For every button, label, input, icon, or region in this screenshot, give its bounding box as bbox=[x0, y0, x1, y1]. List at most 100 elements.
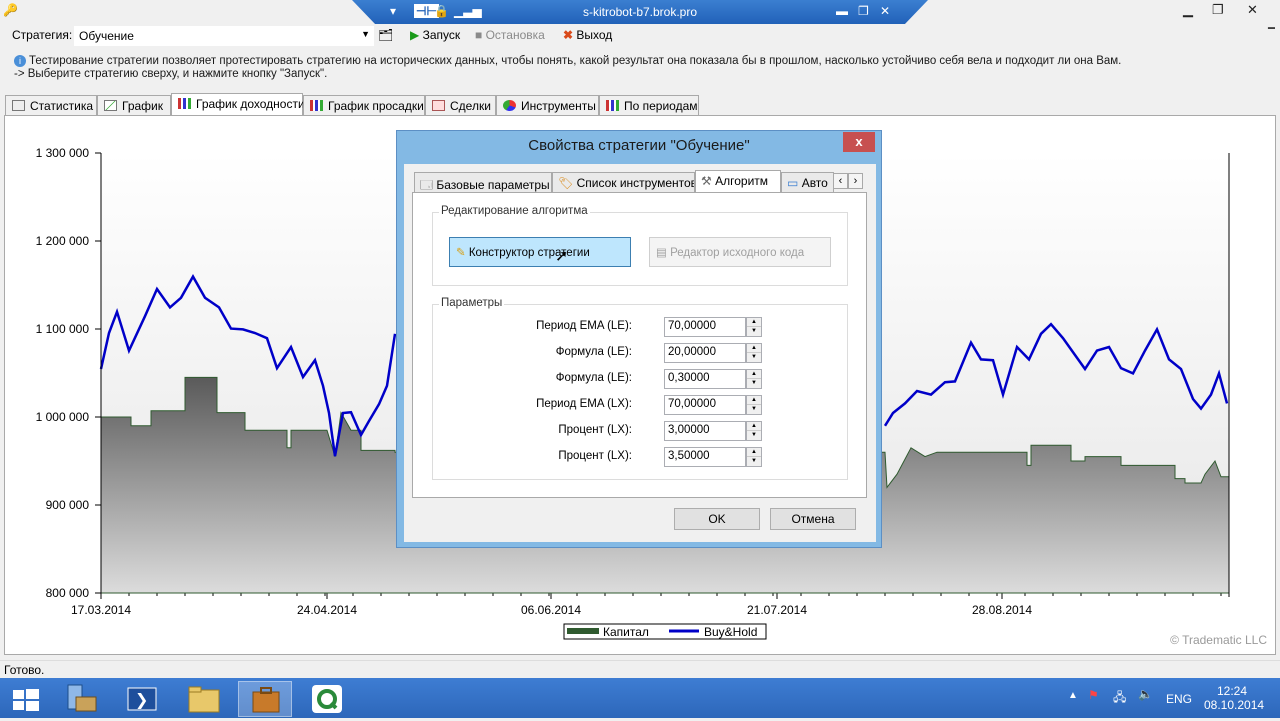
exit-button[interactable]: ✖ Выход bbox=[563, 28, 612, 42]
spin-down-icon[interactable]: ▼ bbox=[747, 353, 761, 362]
spin-up-icon[interactable]: ▲ bbox=[747, 318, 761, 327]
toolbar: Стратегия: Обучение ▼ 🗂 ▶ Запуск ■ Остан… bbox=[0, 26, 1280, 48]
tab-label: Инструменты bbox=[521, 99, 596, 113]
x-tick-label: 28.08.2014 bbox=[972, 603, 1032, 617]
line-chart-icon bbox=[104, 100, 117, 111]
properties-icon[interactable]: 🗂 bbox=[378, 28, 393, 42]
param-input[interactable]: 20,00000 bbox=[664, 343, 746, 363]
source-editor-button[interactable]: ▤ Редактор исходного кода bbox=[649, 237, 831, 267]
stop-button[interactable]: ■ Остановка bbox=[475, 28, 545, 42]
restore-icon[interactable]: ❐ bbox=[858, 4, 869, 18]
clock[interactable]: 12:24 08.10.2014 bbox=[1204, 684, 1264, 712]
param-input[interactable]: 3,00000 bbox=[664, 421, 746, 441]
param-spinner[interactable]: ▲ ▼ bbox=[746, 317, 762, 337]
strategy-select[interactable]: Обучение ▼ bbox=[74, 26, 374, 46]
dialog-tab-auto[interactable]: ▭ Авто bbox=[781, 172, 834, 192]
bar-chart-icon bbox=[606, 100, 619, 111]
tab-drawdown-chart[interactable]: График просадки bbox=[303, 95, 425, 115]
dialog-tab-label: Авто bbox=[801, 176, 828, 190]
tray-expand-icon[interactable]: ▲ bbox=[1068, 690, 1078, 701]
tab-deals[interactable]: Сделки bbox=[425, 95, 496, 115]
close-icon[interactable]: ✕ bbox=[880, 4, 890, 18]
tab-periods[interactable]: По периодам bbox=[599, 95, 699, 115]
server-manager-icon[interactable] bbox=[56, 681, 110, 717]
powershell-icon[interactable]: ❯ bbox=[116, 681, 170, 717]
qlik-app-icon[interactable] bbox=[300, 681, 354, 717]
param-spinner[interactable]: ▲ ▼ bbox=[746, 343, 762, 363]
param-input[interactable]: 70,00000 bbox=[664, 395, 746, 415]
tab-label: График bbox=[122, 99, 163, 113]
tradematic-app-icon[interactable] bbox=[238, 681, 292, 717]
volume-icon[interactable]: 🔈 bbox=[1138, 687, 1153, 701]
tab-profit-chart[interactable]: График доходности bbox=[171, 93, 305, 115]
info-icon: i bbox=[14, 55, 26, 67]
network-icon[interactable]: 🖧 bbox=[1113, 688, 1126, 709]
settings-icon: 🗔 bbox=[420, 178, 434, 192]
window-minimize-icon[interactable]: ▁ bbox=[1183, 2, 1193, 18]
param-spinner[interactable]: ▲ ▼ bbox=[746, 369, 762, 389]
tab-chart[interactable]: График bbox=[97, 95, 171, 115]
tab-statistics[interactable]: Статистика bbox=[5, 95, 97, 115]
wand-icon: ⚒ bbox=[701, 174, 712, 188]
spin-up-icon[interactable]: ▲ bbox=[747, 344, 761, 353]
dialog-tab-base-params[interactable]: 🗔 Базовые параметры bbox=[414, 172, 552, 192]
y-tick-label: 1 300 000 bbox=[36, 146, 90, 160]
spin-down-icon[interactable]: ▼ bbox=[747, 405, 761, 414]
algorithm-group: Редактирование алгоритма ✎ Конструктор с… bbox=[432, 205, 848, 286]
pie-chart-icon bbox=[503, 100, 516, 111]
play-icon: ▶ bbox=[410, 28, 420, 42]
params-group-title: Параметры bbox=[439, 297, 505, 309]
window-close-icon[interactable]: ✕ bbox=[1247, 2, 1258, 18]
spin-up-icon[interactable]: ▲ bbox=[747, 370, 761, 379]
tab-scroll-right-icon[interactable]: › bbox=[848, 173, 863, 189]
dialog-title: Свойства стратегии "Обучение" bbox=[528, 137, 750, 154]
dialog-tab-algorithm[interactable]: ⚒ Алгоритм bbox=[695, 170, 781, 193]
copyright: © Tradematic LLC bbox=[1170, 633, 1267, 647]
legend-capital-label: Капитал bbox=[603, 625, 649, 639]
toolbar-overflow-icon[interactable]: ▔ bbox=[1268, 28, 1275, 39]
key-icon: 🔑 bbox=[3, 3, 18, 17]
ok-button[interactable]: OK bbox=[674, 508, 760, 530]
deals-icon bbox=[432, 100, 445, 111]
dialog-tab-label: Алгоритм bbox=[715, 174, 769, 188]
spin-down-icon[interactable]: ▼ bbox=[747, 379, 761, 388]
status-bar: Готово. bbox=[0, 660, 1280, 678]
spin-down-icon[interactable]: ▼ bbox=[747, 457, 761, 466]
start-button-taskbar[interactable] bbox=[0, 681, 54, 717]
y-tick-label: 800 000 bbox=[46, 586, 90, 600]
param-spinner[interactable]: ▲ ▼ bbox=[746, 395, 762, 415]
dialog-body: 🗔 Базовые параметры 🏷 Список инструменто… bbox=[404, 164, 876, 542]
x-tick-label: 06.06.2014 bbox=[521, 603, 581, 617]
remote-connection-bar[interactable]: ▾ ⊣⊢ 🔒 ▁▃▅ s-kitrobot-b7.brok.pro ▬ ❐ ✕ bbox=[352, 0, 928, 24]
param-label: Формула (LE): bbox=[555, 372, 632, 384]
tab-scroll-left-icon[interactable]: ‹ bbox=[833, 173, 848, 189]
file-explorer-icon[interactable] bbox=[177, 681, 231, 717]
language-indicator[interactable]: ENG bbox=[1166, 692, 1192, 706]
minimize-icon[interactable]: ▬ bbox=[836, 4, 848, 18]
wand-icon: ✎ bbox=[456, 247, 466, 259]
param-spinner[interactable]: ▲ ▼ bbox=[746, 447, 762, 467]
clock-time: 12:24 bbox=[1216, 684, 1248, 698]
spin-up-icon[interactable]: ▲ bbox=[747, 448, 761, 457]
spin-up-icon[interactable]: ▲ bbox=[747, 422, 761, 431]
param-input[interactable]: 70,00000 bbox=[664, 317, 746, 337]
dialog-tab-instruments[interactable]: 🏷 Список инструментов bbox=[552, 172, 695, 192]
strategy-constructor-button[interactable]: ✎ Конструктор стратегии bbox=[449, 237, 631, 267]
cancel-button[interactable]: Отмена bbox=[770, 508, 856, 530]
param-input[interactable]: 0,30000 bbox=[664, 369, 746, 389]
stop-icon: ■ bbox=[475, 28, 483, 42]
constructor-label: Конструктор стратегии bbox=[468, 247, 590, 259]
param-input[interactable]: 3,50000 bbox=[664, 447, 746, 467]
tab-instruments[interactable]: Инструменты bbox=[496, 95, 599, 115]
network-warning-icon[interactable]: ⚑ bbox=[1088, 688, 1099, 702]
spin-down-icon[interactable]: ▼ bbox=[747, 327, 761, 336]
bar-chart-icon bbox=[178, 98, 191, 109]
param-spinner[interactable]: ▲ ▼ bbox=[746, 421, 762, 441]
spin-down-icon[interactable]: ▼ bbox=[747, 431, 761, 440]
start-button[interactable]: ▶ Запуск bbox=[410, 28, 460, 42]
spin-up-icon[interactable]: ▲ bbox=[747, 396, 761, 405]
window-restore-icon[interactable]: ❐ bbox=[1212, 2, 1224, 18]
dialog-close-button[interactable]: x bbox=[843, 132, 875, 152]
strategy-label: Стратегия: bbox=[12, 28, 73, 42]
taskbar: ❯ ▲ ⚑ 🖧 🔈 ENG 12:24 08.10.2014 bbox=[0, 678, 1280, 718]
